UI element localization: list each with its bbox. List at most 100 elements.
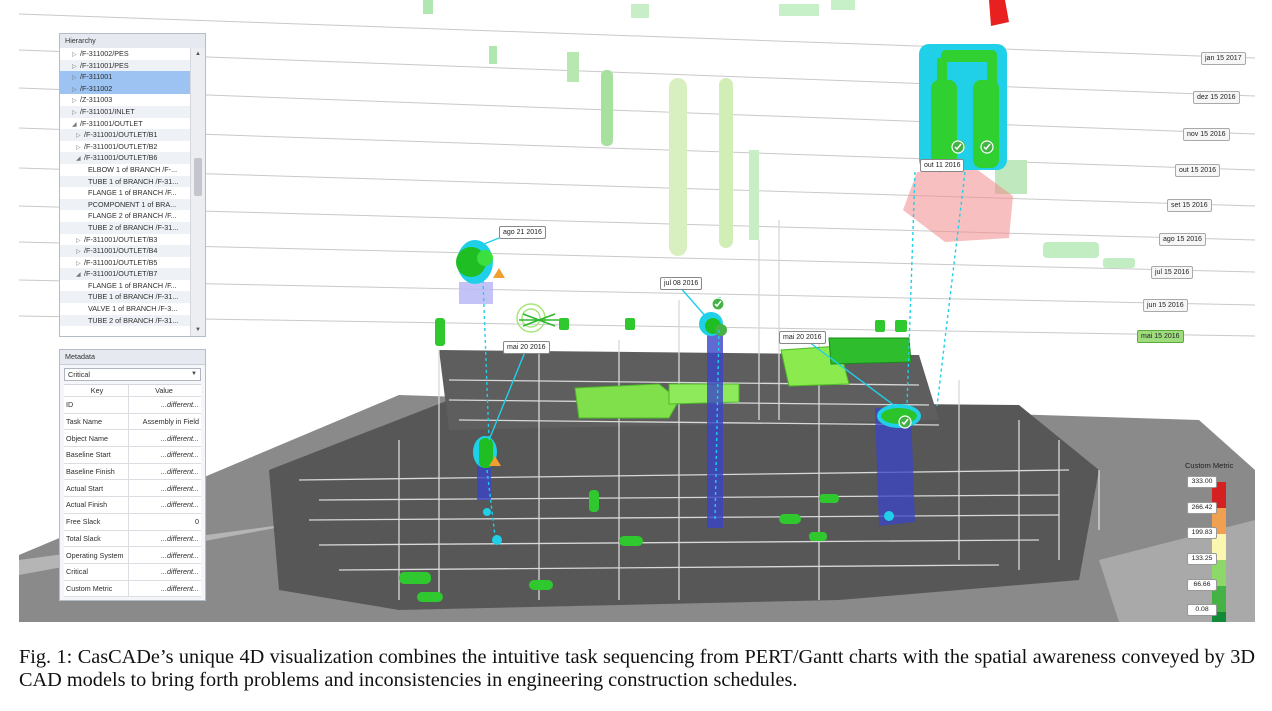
timeline-date-label[interactable]: jul 15 2016 <box>1151 266 1194 279</box>
task-date-annotation[interactable]: mai 20 2016 <box>503 341 550 354</box>
tree-item[interactable]: VALVE 1 of BRANCH /F-3... <box>60 303 191 315</box>
tree-item[interactable]: FLANGE 2 of BRANCH /F... <box>60 210 191 222</box>
tree-item[interactable]: ▷/F-311001/INLET <box>60 105 191 118</box>
tree-item[interactable]: ▷/F-311001/OUTLET/B3 <box>60 234 191 246</box>
timeline-date-label[interactable]: jan 15 2017 <box>1201 52 1246 65</box>
metadata-row[interactable]: Actual Finish ...different... <box>64 497 201 514</box>
collapsed-caret-icon[interactable]: ▷ <box>76 247 84 257</box>
tree-item[interactable]: ▷/Z-311003 <box>60 94 191 106</box>
metadata-value: ...different... <box>161 483 199 493</box>
tree-item-label: /F-311002 <box>80 83 113 93</box>
tree-item[interactable]: ▷/F-311001/PES <box>60 59 191 72</box>
timeline-date-label[interactable]: out 15 2016 <box>1175 164 1220 177</box>
metadata-value: ...different... <box>161 500 199 510</box>
timeline-date-label[interactable]: ago 15 2016 <box>1159 233 1206 246</box>
tree-item[interactable]: TUBE 2 of BRANCH /F-31... <box>60 221 191 234</box>
tree-item[interactable]: ◢/F-311001/OUTLET <box>60 118 191 130</box>
tree-item-label: /F-311001/INLET <box>80 106 135 116</box>
expanded-caret-icon[interactable]: ◢ <box>76 154 84 164</box>
metadata-row[interactable]: Free Slack 0 <box>64 513 201 531</box>
tree-item[interactable]: ◢/F-311001/OUTLET/B6 <box>60 152 191 164</box>
tree-item-label: TUBE 2 of BRANCH /F-31... <box>88 222 179 232</box>
metadata-filter-select[interactable]: Critical ▼ <box>64 368 201 381</box>
tree-item[interactable]: ▷/F-311001/OUTLET/B5 <box>60 257 191 269</box>
metadata-row[interactable]: Custom Metric ...different... <box>64 580 201 598</box>
hierarchy-title: Hierarchy <box>60 34 205 49</box>
expanded-caret-icon[interactable]: ◢ <box>76 270 84 280</box>
scrollbar-thumb[interactable] <box>194 158 202 196</box>
task-date-annotation[interactable]: mai 20 2016 <box>779 331 826 344</box>
tree-item[interactable]: FLANGE 1 of BRANCH /F... <box>60 187 191 199</box>
tree-item[interactable]: ▷/F-311001/OUTLET/B1 <box>60 129 191 141</box>
tree-item[interactable]: ▷/F-311001/OUTLET/B4 <box>60 245 191 257</box>
metadata-key: Free Slack <box>64 513 129 530</box>
metadata-key: ID <box>64 397 129 413</box>
collapsed-caret-icon[interactable]: ▷ <box>72 73 80 83</box>
metadata-row[interactable]: Baseline Start ...different... <box>64 447 201 464</box>
tree-item[interactable]: TUBE 1 of BRANCH /F-31... <box>60 291 191 304</box>
tree-item[interactable]: ◢/F-311001/OUTLET/B7 <box>60 268 191 280</box>
metadata-key: Actual Finish <box>64 497 129 513</box>
metadata-key: Actual Start <box>64 480 129 497</box>
collapsed-caret-icon[interactable]: ▷ <box>72 85 80 95</box>
metadata-row[interactable]: Operating System ...different... <box>64 547 201 564</box>
metadata-key: Custom Metric <box>64 580 129 597</box>
tree-item-label: /F-311002/PES <box>80 49 129 58</box>
metadata-table: Key Value ID ...different... Task Name Asse… <box>64 384 201 598</box>
tree-item-label: FLANGE 2 of BRANCH /F... <box>88 211 177 221</box>
tree-item[interactable]: TUBE 1 of BRANCH /F-31... <box>60 175 191 188</box>
metadata-value: ...different... <box>161 400 199 410</box>
timeline-date-label[interactable]: jun 15 2016 <box>1143 299 1188 312</box>
metadata-row[interactable]: Baseline Finish ...different... <box>64 463 201 481</box>
figure-caption: Fig. 1: CasCADe’s unique 4D visualizatio… <box>19 646 1255 691</box>
metadata-title: Metadata <box>60 350 205 365</box>
metadata-value: ...different... <box>161 450 199 460</box>
metadata-key: Critical <box>64 563 129 580</box>
hierarchy-tree[interactable]: ▷/F-311002/PES ▷/F-311001/PES ▷/F-311001 ▷ /… <box>60 48 191 336</box>
metadata-row[interactable]: Actual Start ...different... <box>64 480 201 498</box>
metadata-row[interactable]: Task Name Assembly in Field <box>64 413 201 431</box>
collapsed-caret-icon[interactable]: ▷ <box>72 50 80 60</box>
collapsed-caret-icon[interactable]: ▷ <box>72 62 80 72</box>
tree-item[interactable]: PCOMPONENT 1 of BRA... <box>60 198 191 211</box>
task-date-annotation[interactable]: ago 21 2016 <box>499 226 546 239</box>
tree-item[interactable]: FLANGE 1 of BRANCH /F... <box>60 280 191 292</box>
expanded-caret-icon[interactable]: ◢ <box>72 120 80 130</box>
chevron-down-icon: ▼ <box>191 371 197 377</box>
collapsed-caret-icon[interactable]: ▷ <box>72 96 80 106</box>
collapsed-caret-icon[interactable]: ▷ <box>76 143 84 153</box>
tree-item-label: ELBOW 1 of BRANCH /F-... <box>88 164 178 174</box>
tree-item[interactable]: ▷/F-311002/PES <box>60 48 191 60</box>
collapsed-caret-icon[interactable]: ▷ <box>76 259 84 269</box>
tree-item[interactable]: TUBE 2 of BRANCH /F-31... <box>60 314 191 327</box>
metadata-value: ...different... <box>161 433 199 443</box>
collapsed-caret-icon[interactable]: ▷ <box>76 236 84 246</box>
timeline-date-label[interactable]: mai 15 2016 <box>1137 330 1184 343</box>
collapsed-caret-icon[interactable]: ▷ <box>76 131 84 141</box>
metadata-row[interactable]: Critical ...different... <box>64 563 201 581</box>
tree-item-label: /F-311001/OUTLET <box>80 118 143 128</box>
tree-item-label: /F-311001/OUTLET/B6 <box>84 153 158 163</box>
timeline-date-label[interactable]: set 15 2016 <box>1167 199 1212 212</box>
hierarchy-scrollbar[interactable]: ▲ ▼ <box>190 48 205 336</box>
tree-item-label: FLANGE 1 of BRANCH /F... <box>88 188 177 198</box>
tree-item-label: TUBE 1 of BRANCH /F-31... <box>88 176 179 186</box>
legend-value-label: 133.25 <box>1187 553 1217 565</box>
task-date-annotation[interactable]: out 11 2016 <box>920 159 965 172</box>
collapsed-caret-icon[interactable]: ▷ <box>72 108 80 118</box>
tree-item[interactable]: ▷/F-311001 <box>60 71 191 83</box>
tree-item-label: PCOMPONENT 1 of BRA... <box>88 199 177 209</box>
timeline-date-label[interactable]: nov 15 2016 <box>1183 128 1230 141</box>
metadata-row[interactable]: Total Slack ...different... <box>64 530 201 548</box>
task-date-annotation[interactable]: jul 08 2016 <box>660 277 703 290</box>
tree-item-label: /F-311001/PES <box>80 60 129 70</box>
timeline-date-label[interactable]: dez 15 2016 <box>1193 91 1240 104</box>
scroll-down-icon[interactable]: ▼ <box>191 324 205 336</box>
tree-item[interactable]: ▷/F-311001/OUTLET/B2 <box>60 141 191 153</box>
metadata-key: Total Slack <box>64 530 129 547</box>
tree-item[interactable]: ELBOW 1 of BRANCH /F-... <box>60 164 191 176</box>
metadata-row[interactable]: ID ...different... <box>64 397 201 414</box>
metadata-row[interactable]: Object Name ...different... <box>64 430 201 448</box>
tree-item[interactable]: ▷/F-311002 <box>60 82 191 95</box>
scroll-up-icon[interactable]: ▲ <box>191 48 205 60</box>
